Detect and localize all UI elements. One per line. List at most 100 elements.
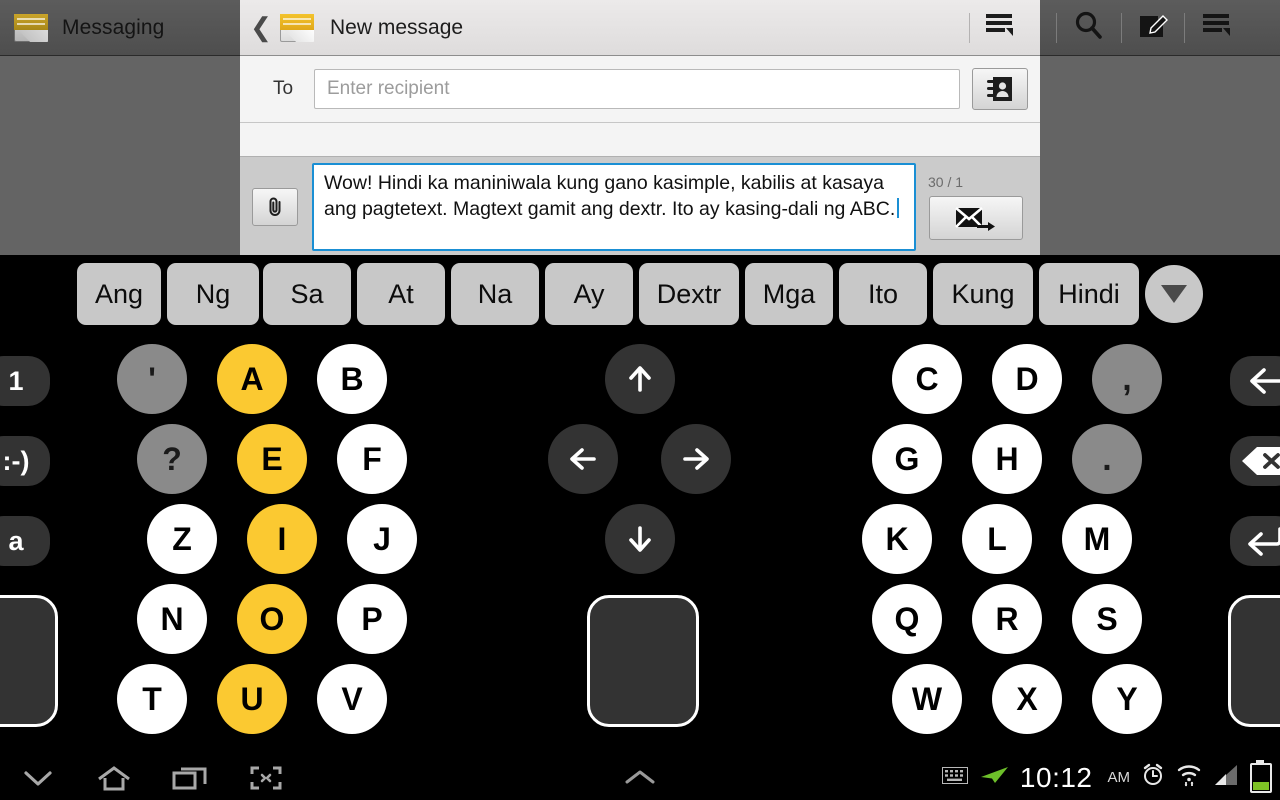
recents-icon <box>172 767 207 789</box>
letter-key-t[interactable]: T <box>117 664 187 734</box>
emoticon-key[interactable]: :-) <box>0 436 50 486</box>
letter-key-m[interactable]: M <box>1062 504 1132 574</box>
numbers-key[interactable]: 1 <box>0 356 50 406</box>
recents-button[interactable] <box>152 755 228 800</box>
space-key[interactable] <box>587 595 699 727</box>
keyboard-icon[interactable] <box>941 766 968 789</box>
back-arrow-key[interactable] <box>1230 356 1280 406</box>
backspace-key[interactable] <box>1230 436 1280 486</box>
letter-key-i[interactable]: I <box>247 504 317 574</box>
right-arrow-key[interactable] <box>661 424 731 494</box>
suggestion-chip[interactable]: Mga <box>745 263 833 325</box>
divider <box>1121 12 1122 43</box>
send-message-icon[interactable] <box>929 196 1023 240</box>
left-arrow-key[interactable] <box>548 424 618 494</box>
signal-bars-icon <box>1213 763 1239 792</box>
keyboard: Ang Ng Sa At Na Ay Dextr Mga Ito Kung Hi… <box>0 255 1280 755</box>
up-arrow-key[interactable] <box>605 344 675 414</box>
right-blank-key[interactable] <box>1228 595 1280 727</box>
suggestion-chip[interactable]: At <box>357 263 445 325</box>
letter-key-h[interactable]: H <box>972 424 1042 494</box>
letter-key-c[interactable]: C <box>892 344 962 414</box>
down-arrow-key[interactable] <box>605 504 675 574</box>
wifi-icon <box>1176 763 1202 792</box>
envelope-icon <box>14 13 48 42</box>
home-button[interactable] <box>76 755 152 800</box>
suggestion-chip[interactable]: Na <box>451 263 539 325</box>
menu-icon[interactable] <box>984 12 1014 43</box>
message-row: Wow! Hindi ka maniniwala kung gano kasim… <box>240 157 1040 257</box>
suggestion-chip[interactable]: Ng <box>167 263 259 325</box>
app-title: Messaging <box>62 15 165 39</box>
chevron-down-icon <box>1161 285 1187 303</box>
message-text: Wow! Hindi ka maniniwala kung gano kasim… <box>324 172 896 220</box>
contacts-book-icon[interactable] <box>972 68 1028 110</box>
chevron-up-icon <box>625 770 655 783</box>
suggestion-chip[interactable]: Ang <box>77 263 161 325</box>
letter-key-w[interactable]: W <box>892 664 962 734</box>
divider <box>969 12 970 43</box>
letter-key-f[interactable]: F <box>337 424 407 494</box>
letter-key-d[interactable]: D <box>992 344 1062 414</box>
home-icon <box>98 765 130 790</box>
letter-key-e[interactable]: E <box>237 424 307 494</box>
left-blank-key[interactable] <box>0 595 58 727</box>
status-bar: 10:12 AM <box>941 755 1272 800</box>
letter-key-n[interactable]: N <box>137 584 207 654</box>
character-counter: 30 / 1 <box>928 174 964 190</box>
battery-icon <box>1250 759 1272 793</box>
letter-key-y[interactable]: Y <box>1092 664 1162 734</box>
letter-key-l[interactable]: L <box>962 504 1032 574</box>
compose-icon[interactable] <box>1138 10 1168 45</box>
to-label: To <box>272 78 294 99</box>
letter-key-k[interactable]: K <box>862 504 932 574</box>
divider <box>1184 12 1185 43</box>
letter-key-u[interactable]: U <box>217 664 287 734</box>
message-input[interactable]: Wow! Hindi ka maniniwala kung gano kasim… <box>312 163 916 251</box>
letter-key-v[interactable]: V <box>317 664 387 734</box>
paperclip-icon[interactable] <box>252 188 298 226</box>
letter-key-p[interactable]: P <box>337 584 407 654</box>
letter-key-o[interactable]: O <box>237 584 307 654</box>
recipient-row: To Enter recipient <box>240 56 1040 123</box>
comma-key[interactable]: , <box>1092 344 1162 414</box>
letter-key-g[interactable]: G <box>872 424 942 494</box>
letter-key-q[interactable]: Q <box>872 584 942 654</box>
suggestion-chip[interactable]: Ito <box>839 263 927 325</box>
subject-spacer <box>240 123 1040 157</box>
back-chevron-icon[interactable]: ❮ <box>246 0 276 55</box>
letter-key-x[interactable]: X <box>992 664 1062 734</box>
menu-icon[interactable] <box>1201 12 1231 43</box>
page-title: New message <box>330 15 464 39</box>
lowercase-key[interactable]: a <box>0 516 50 566</box>
expand-button[interactable] <box>600 755 680 800</box>
text-caret <box>897 197 900 218</box>
suggestion-chip[interactable]: Sa <box>263 263 351 325</box>
apostrophe-key[interactable]: ' <box>117 344 187 414</box>
clock-time: 10:12 <box>1019 761 1093 793</box>
suggestion-chip[interactable]: Kung <box>933 263 1033 325</box>
suggestion-chip[interactable]: Ay <box>545 263 633 325</box>
system-actions <box>1040 0 1280 56</box>
letter-key-b[interactable]: B <box>317 344 387 414</box>
send-column: 30 / 1 <box>922 174 1030 240</box>
question-key[interactable]: ? <box>137 424 207 494</box>
suggestion-chip[interactable]: Hindi <box>1039 263 1139 325</box>
top-bar: Messaging ❮ New message <box>0 0 1280 56</box>
search-icon[interactable] <box>1073 9 1105 46</box>
envelope-icon <box>280 13 314 42</box>
hide-keyboard-button[interactable] <box>0 755 76 800</box>
more-suggestions-button[interactable] <box>1145 265 1203 323</box>
recipient-input[interactable]: Enter recipient <box>314 69 960 109</box>
letter-key-r[interactable]: R <box>972 584 1042 654</box>
letter-key-j[interactable]: J <box>347 504 417 574</box>
period-key[interactable]: . <box>1072 424 1142 494</box>
letter-key-z[interactable]: Z <box>147 504 217 574</box>
app-header: Messaging <box>0 0 240 56</box>
suggestion-chip[interactable]: Dextr <box>639 263 739 325</box>
screenshot-button[interactable] <box>228 755 304 800</box>
enter-key[interactable] <box>1230 516 1280 566</box>
alarm-clock-icon <box>1141 763 1165 792</box>
letter-key-s[interactable]: S <box>1072 584 1142 654</box>
letter-key-a[interactable]: A <box>217 344 287 414</box>
